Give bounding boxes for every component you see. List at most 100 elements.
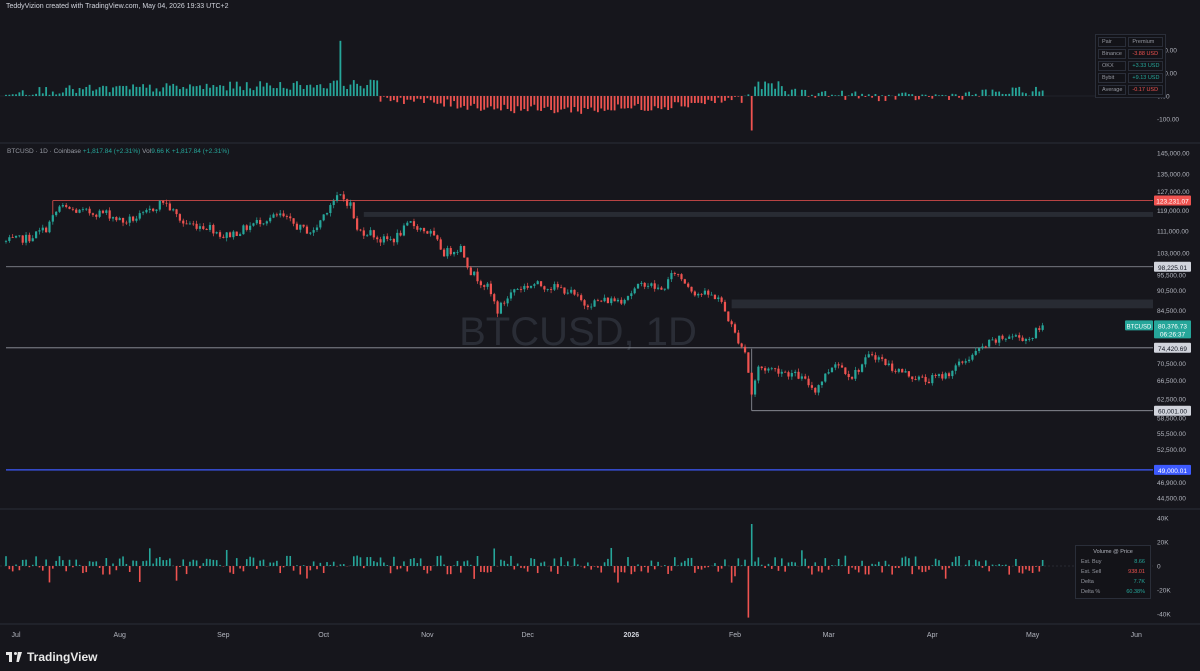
premium-bar: [108, 92, 111, 96]
volume-delta-bar: [617, 566, 619, 583]
volume-delta-bar: [700, 566, 703, 570]
candle-body: [901, 369, 904, 373]
candle-body: [964, 361, 967, 363]
premium-bar: [242, 90, 245, 96]
premium-bar: [998, 91, 1001, 96]
premium-bar: [683, 96, 686, 107]
candle-body: [610, 298, 613, 304]
volume-delta-bar: [376, 562, 378, 566]
volume-delta-bar: [78, 564, 81, 566]
candle-body: [369, 230, 372, 236]
candle-body: [770, 368, 773, 370]
premium-bar: [249, 88, 252, 96]
volume-delta-bar: [175, 566, 178, 581]
candle-body: [332, 200, 335, 206]
candle-body: [690, 286, 693, 292]
candle-body: [71, 208, 74, 210]
symbol-legend[interactable]: BTCUSD · 1D · Coinbase +1,817.84 (+2.31%…: [7, 148, 229, 155]
premium-bar: [285, 88, 288, 96]
time-tick-label: Aug: [113, 632, 126, 639]
candle-body: [138, 213, 141, 219]
time-tick-label: Jun: [1131, 632, 1142, 639]
premium-bar: [844, 96, 847, 100]
candle-body: [178, 214, 181, 221]
volume-delta-bar: [426, 566, 429, 574]
premium-bar: [215, 86, 218, 96]
premium-bar: [51, 91, 54, 96]
volume-delta-bar: [38, 566, 41, 568]
premium-bar: [516, 96, 519, 107]
candle-body: [1014, 335, 1017, 337]
candle-body: [630, 293, 633, 297]
premium-bar: [379, 96, 382, 102]
candle-body: [693, 291, 696, 296]
volume-delta-bar: [199, 566, 201, 569]
premium-bar: [600, 96, 603, 109]
volume-delta-bar: [841, 565, 843, 566]
volume-delta-bar: [1041, 559, 1044, 566]
candle-body: [854, 370, 857, 379]
legend-symbol: BTCUSD · 1D · Coinbase: [7, 148, 82, 155]
candle-body: [11, 237, 14, 239]
candle-body: [753, 380, 757, 395]
legend-vol-value: 9.66 K: [151, 148, 170, 155]
candle-body: [34, 231, 38, 239]
premium-bar: [914, 96, 917, 101]
premium-bar: [423, 96, 425, 103]
candle-body: [282, 213, 285, 217]
premium-bar: [573, 96, 576, 108]
premium-bar: [41, 93, 44, 96]
tradingview-brand[interactable]: TradingView: [6, 650, 97, 664]
volume-delta-bar: [714, 563, 716, 566]
premium-bar: [640, 96, 643, 110]
volume-delta-bar: [202, 563, 205, 566]
premium-bar: [332, 80, 335, 96]
volume-delta-bar: [717, 566, 720, 572]
candle-body: [790, 373, 793, 377]
candle-body: [988, 339, 991, 347]
candle-body: [981, 346, 984, 349]
volume-at-price-table: Volume @ Price Est. Buy 8.66 Est. Sell 938…: [1075, 545, 1151, 599]
volume-delta-bar: [373, 561, 375, 566]
premium-bar: [71, 89, 74, 96]
volume-delta-bar: [583, 566, 586, 569]
volume-delta-bar: [95, 561, 98, 566]
candle-body: [128, 216, 131, 223]
volume-delta-bar: [212, 559, 215, 566]
candle-body: [21, 235, 24, 243]
volume-delta-bar: [446, 566, 449, 575]
premium-bar: [165, 83, 168, 96]
volume-delta-bar: [65, 566, 67, 572]
volume-delta-bar: [530, 558, 532, 566]
candle-body: [68, 206, 71, 209]
price-tick-label: 70,500.00: [1157, 361, 1186, 368]
candle-body: [616, 299, 620, 302]
candle-body: [195, 223, 198, 229]
chart-canvas[interactable]: BTCUSD, 1D 123,231.07 98,225.01 74,420.69 6…: [0, 0, 1200, 671]
premium-bar: [951, 93, 954, 96]
premium-bar: [148, 84, 151, 96]
candle-body: [208, 224, 212, 230]
premium-bar: [556, 96, 559, 113]
candle-body: [45, 227, 48, 233]
volume-delta-bar: [312, 561, 315, 566]
volume-delta-bar: [821, 566, 823, 573]
premium-bar: [35, 93, 37, 96]
premium-bar: [824, 91, 827, 96]
volume-tick-label: -40K: [1157, 612, 1171, 619]
premium-bar: [289, 89, 292, 96]
premium-bar: [95, 89, 98, 96]
premium-bar: [112, 87, 114, 96]
premium-bar: [633, 96, 636, 106]
volume-delta-bar: [597, 566, 599, 568]
volume-delta-bar: [958, 555, 960, 566]
premium-header-pair: Pair: [1098, 37, 1127, 47]
volume-delta-bar: [229, 566, 231, 573]
candle-body: [961, 361, 964, 363]
premium-bar: [342, 85, 345, 96]
candle-body: [1001, 335, 1004, 339]
time-axis[interactable]: Jul Aug Sep Oct Nov Dec 2026 Feb Mar Apr May Jun: [12, 632, 1142, 639]
candle-body: [994, 339, 997, 343]
volume-delta-bar: [232, 566, 235, 574]
candle-body: [824, 373, 827, 382]
